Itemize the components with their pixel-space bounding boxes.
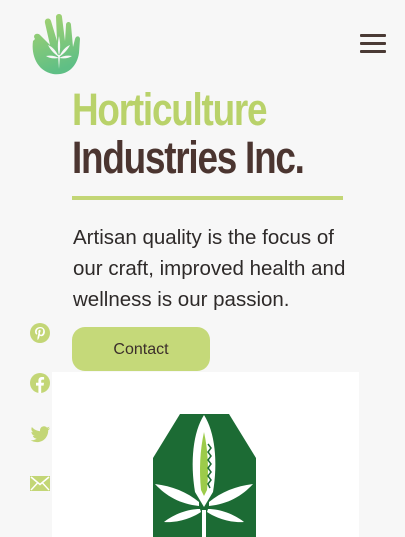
contact-button[interactable]: Contact	[72, 327, 210, 371]
facebook-icon[interactable]	[29, 372, 51, 394]
twitter-icon[interactable]	[29, 423, 51, 445]
email-icon[interactable]	[29, 472, 51, 494]
tagline: Artisan quality is the focus of our craf…	[73, 226, 346, 311]
hamburger-menu-icon[interactable]	[360, 31, 388, 55]
menu-bar	[360, 50, 386, 53]
hand-leaf-logo-icon	[32, 14, 80, 75]
title-underline	[72, 196, 343, 200]
pinterest-icon[interactable]	[29, 322, 51, 344]
page-title: Horticulture Industries Inc.	[72, 86, 344, 182]
title-line-1: Horticulture	[72, 84, 268, 135]
cannabis-leaf-emblem-icon	[153, 414, 256, 537]
featured-card	[52, 372, 359, 537]
hand-leaf-logo[interactable]	[23, 11, 81, 76]
menu-bar	[360, 34, 386, 37]
title-line-2: Industries Inc.	[72, 132, 305, 183]
menu-bar	[360, 42, 386, 45]
page: Horticulture Industries Inc. Artisan qua…	[0, 0, 405, 537]
